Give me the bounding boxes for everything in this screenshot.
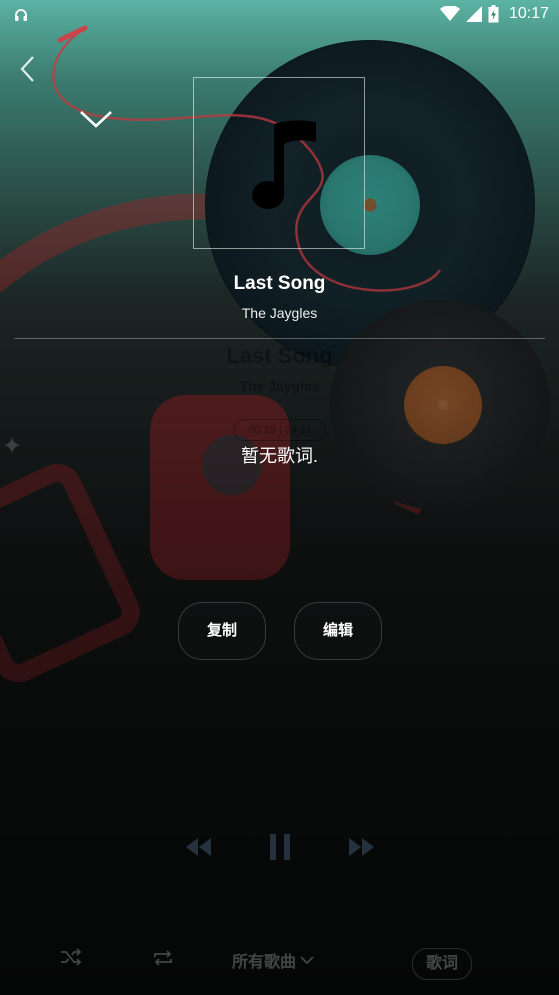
background-time-badge: 00:15 | 04:11 [234, 419, 326, 441]
edit-button[interactable]: 编辑 [294, 602, 382, 660]
battery-icon [488, 5, 499, 23]
back-button[interactable] [14, 52, 42, 86]
playback-controls [0, 830, 559, 866]
chevron-down-icon [300, 956, 314, 965]
bottom-bar: 所有歌曲 歌词 [0, 948, 559, 980]
pause-icon[interactable] [268, 832, 292, 862]
album-cover[interactable] [193, 77, 365, 249]
copy-button[interactable]: 复制 [178, 602, 266, 660]
playlist-selector[interactable]: 所有歌曲 [232, 948, 314, 972]
divider [14, 338, 545, 339]
playlist-label: 所有歌曲 [232, 954, 297, 971]
collapse-button[interactable] [78, 106, 114, 132]
chevron-left-icon [20, 56, 34, 82]
fast-forward-icon[interactable] [348, 836, 376, 858]
rewind-icon[interactable] [184, 836, 212, 858]
repeat-icon[interactable] [152, 948, 174, 968]
no-lyrics-message: 暂无歌词. [240, 446, 318, 466]
cell-signal-icon [465, 6, 482, 22]
background-song-title: Last Song [226, 343, 333, 368]
background-song-artist: The Jaygles [239, 378, 320, 394]
wifi-icon [439, 6, 460, 21]
status-bar: 10:17 [0, 0, 559, 30]
song-title: Last Song [233, 273, 326, 294]
shuffle-icon[interactable] [60, 948, 82, 966]
lyrics-tab[interactable]: 歌词 [412, 948, 472, 980]
music-note-icon [252, 120, 316, 209]
status-time: 10:17 [508, 5, 549, 22]
headphones-icon [15, 9, 27, 21]
chevron-down-icon [80, 111, 112, 128]
song-artist: The Jaygles [241, 305, 318, 321]
